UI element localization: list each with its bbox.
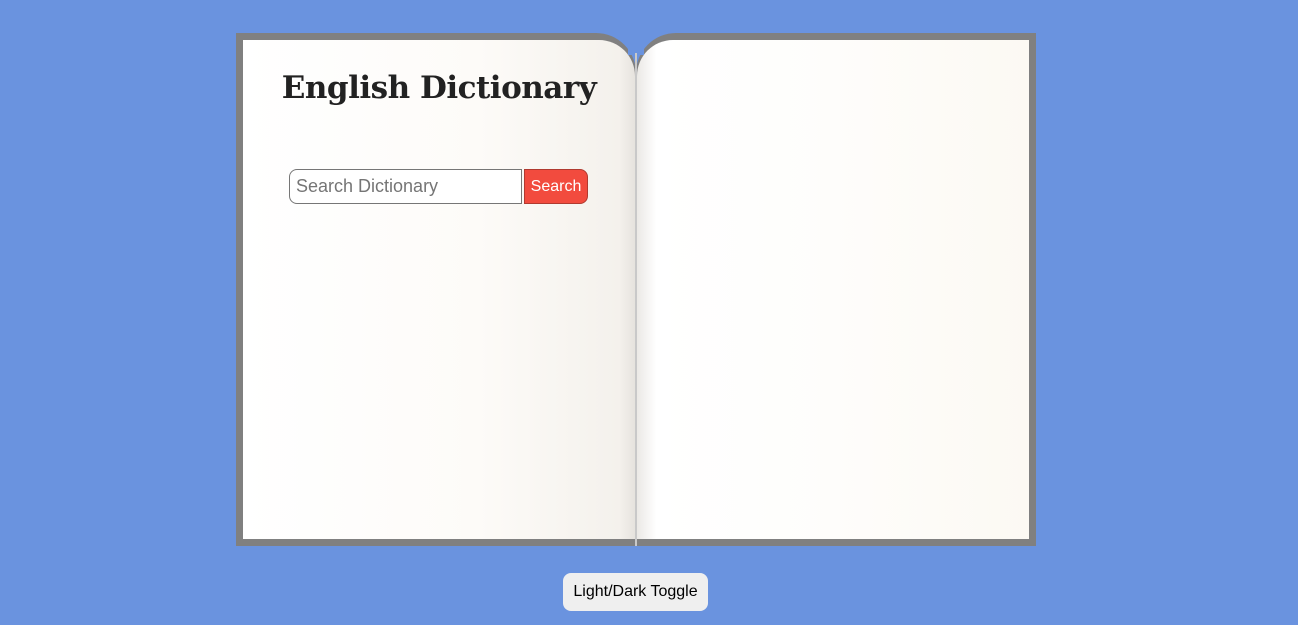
search-button[interactable]: Search bbox=[524, 169, 588, 204]
right-page bbox=[637, 40, 1029, 539]
left-page: English Dictionary Search bbox=[243, 40, 635, 539]
light-dark-toggle-button[interactable]: Light/Dark Toggle bbox=[563, 573, 708, 611]
dictionary-book: English Dictionary Search bbox=[236, 33, 1036, 546]
search-bar: Search bbox=[289, 169, 588, 204]
page-title: English Dictionary bbox=[281, 70, 597, 106]
search-input[interactable] bbox=[289, 169, 522, 204]
book-spine-notch bbox=[628, 33, 644, 55]
